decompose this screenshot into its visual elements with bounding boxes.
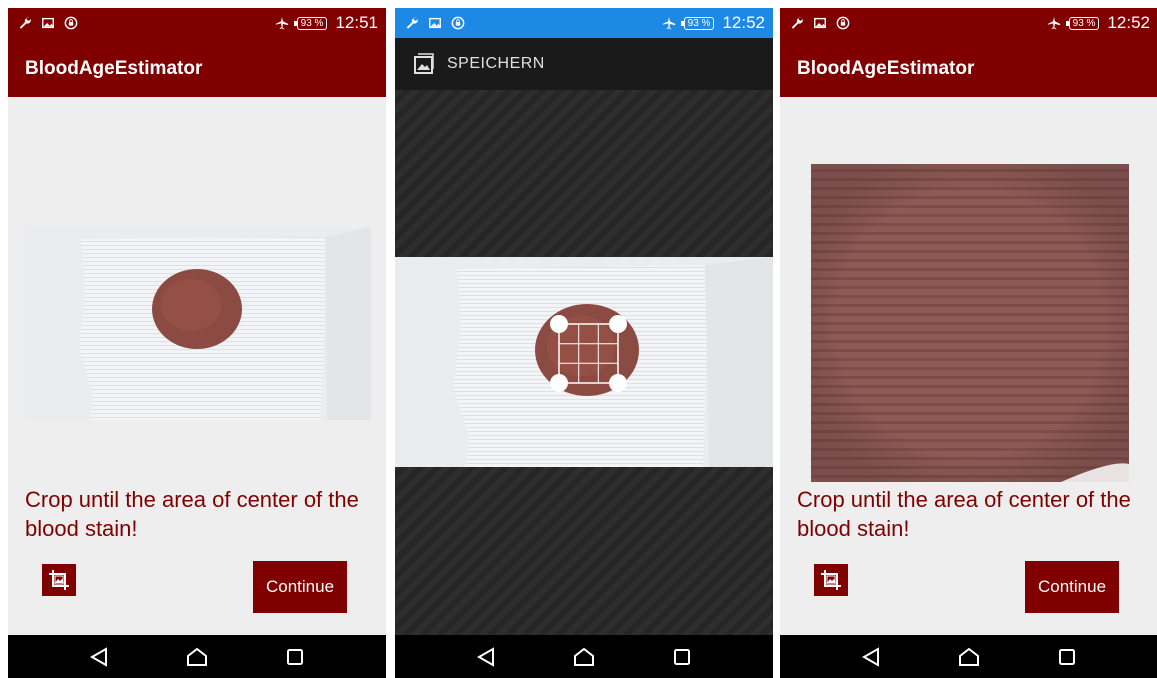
wrench-icon bbox=[791, 17, 803, 29]
vpn-lock-icon bbox=[64, 16, 78, 30]
instruction-text: Crop until the area of center of the blo… bbox=[25, 487, 359, 541]
nav-home-button[interactable] bbox=[572, 645, 596, 669]
back-icon bbox=[862, 646, 879, 667]
app-title: BloodAgeEstimator bbox=[25, 58, 203, 79]
app-bar: BloodAgeEstimator bbox=[780, 38, 1157, 97]
back-icon bbox=[477, 646, 494, 667]
nav-recents-button[interactable] bbox=[670, 645, 694, 669]
crop-handle-bottom-right[interactable] bbox=[609, 374, 627, 392]
navigation-bar bbox=[780, 635, 1157, 678]
status-bar: 93 % 12:52 bbox=[395, 8, 773, 38]
nav-back-button[interactable] bbox=[474, 645, 498, 669]
nav-home-button[interactable] bbox=[957, 645, 981, 669]
save-button-label[interactable]: SPEICHERN bbox=[447, 55, 545, 73]
clock: 12:51 bbox=[335, 13, 378, 32]
clock: 12:52 bbox=[1107, 13, 1150, 32]
recents-icon bbox=[674, 648, 690, 665]
nav-back-button[interactable] bbox=[859, 645, 883, 669]
instruction-text: Crop until the area of center of the blo… bbox=[797, 487, 1131, 541]
back-icon bbox=[90, 646, 107, 667]
crop-save-bar[interactable]: SPEICHERN bbox=[395, 38, 773, 90]
screen-after-crop: 93 % 12:52 BloodAgeEstimator Crop until … bbox=[780, 8, 1157, 678]
battery-icon: 93 % bbox=[293, 16, 328, 30]
crop-handle-top-left[interactable] bbox=[550, 315, 568, 333]
vpn-lock-icon bbox=[451, 16, 465, 30]
crop-button[interactable] bbox=[42, 564, 76, 596]
navigation-bar bbox=[395, 635, 773, 678]
nav-home-button[interactable] bbox=[185, 645, 209, 669]
screen-before-crop: 93 % 12:51 BloodAgeEstimator Crop until … bbox=[8, 8, 386, 678]
crop-handle-bottom-left[interactable] bbox=[550, 374, 568, 392]
app-bar: BloodAgeEstimator bbox=[8, 38, 386, 97]
home-icon bbox=[187, 647, 207, 666]
nav-recents-button[interactable] bbox=[1055, 645, 1079, 669]
recents-icon bbox=[287, 648, 303, 665]
crop-handles[interactable] bbox=[395, 257, 773, 467]
wrench-icon bbox=[406, 17, 418, 29]
nav-recents-button[interactable] bbox=[283, 645, 307, 669]
status-bar: 93 % 12:51 bbox=[8, 8, 386, 38]
image-icon bbox=[42, 17, 54, 29]
vpn-lock-icon bbox=[836, 16, 850, 30]
airplane-icon bbox=[275, 16, 288, 30]
continue-button[interactable]: Continue bbox=[1025, 561, 1119, 613]
navigation-bar bbox=[8, 635, 386, 678]
wrench-icon bbox=[19, 17, 31, 29]
blood-stain-photo bbox=[25, 227, 371, 420]
crop-icon bbox=[821, 570, 841, 590]
airplane-icon bbox=[1047, 16, 1060, 30]
crop-handle-top-right[interactable] bbox=[609, 315, 627, 333]
battery-icon: 93 % bbox=[680, 16, 715, 30]
recents-icon bbox=[1059, 648, 1075, 665]
crop-icon bbox=[49, 570, 69, 590]
image-icon bbox=[429, 17, 441, 29]
continue-button[interactable]: Continue bbox=[253, 561, 347, 613]
clock: 12:52 bbox=[722, 13, 765, 32]
screen-crop-editor: 93 % 12:52 SPEICHERN bbox=[395, 8, 773, 678]
gallery-icon bbox=[414, 53, 434, 74]
app-title: BloodAgeEstimator bbox=[797, 58, 975, 79]
battery-icon: 93 % bbox=[1065, 16, 1100, 30]
nav-back-button[interactable] bbox=[87, 645, 111, 669]
crop-button[interactable] bbox=[814, 564, 848, 596]
image-icon bbox=[814, 17, 826, 29]
home-icon bbox=[959, 647, 979, 666]
cropped-stain-photo bbox=[811, 164, 1129, 482]
home-icon bbox=[574, 647, 594, 666]
airplane-icon bbox=[662, 16, 675, 30]
status-bar: 93 % 12:52 bbox=[780, 8, 1157, 38]
